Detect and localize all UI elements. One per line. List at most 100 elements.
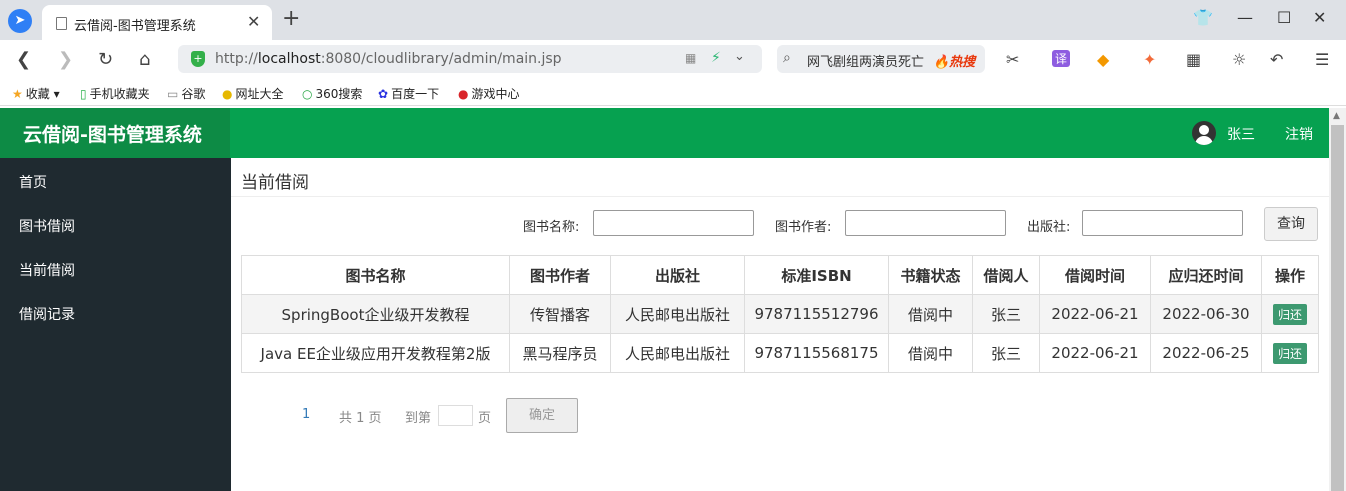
page-jump-input[interactable] xyxy=(438,405,473,426)
reload-icon[interactable]: ↻ xyxy=(98,49,113,70)
cell-press: 人民邮电出版社 xyxy=(610,294,745,334)
app-logo[interactable]: 云借阅-图书管理系统 xyxy=(23,120,202,147)
cell-isbn: 9787115568175 xyxy=(744,333,889,373)
sidebar-item-records[interactable]: 借阅记录 xyxy=(19,304,75,324)
logout-link[interactable]: 注销 xyxy=(1285,124,1313,144)
address-bar[interactable]: + http://localhost:8080/cloudlibrary/adm… xyxy=(178,45,762,73)
app-header: 云借阅-图书管理系统 张三 注销 xyxy=(0,108,1329,158)
cell-book-name: SpringBoot企业级开发教程 xyxy=(241,294,510,334)
scroll-up-icon[interactable]: ▲ xyxy=(1333,111,1340,121)
menu-icon[interactable]: ☰ xyxy=(1315,50,1329,69)
browser-logo-icon[interactable]: ➤ xyxy=(8,9,32,33)
skin-icon[interactable]: 👕 xyxy=(1193,8,1213,27)
minimize-icon[interactable]: — xyxy=(1237,8,1253,27)
book-name-label: 图书名称: xyxy=(523,220,580,235)
goto-label: 到第 xyxy=(405,411,432,426)
page-number-link[interactable]: 1 xyxy=(302,407,310,422)
url-text[interactable]: http://localhost:8080/cloudlibrary/admin… xyxy=(215,51,562,67)
cell-borrower: 张三 xyxy=(972,294,1040,334)
chevron-down-icon[interactable]: ⌄ xyxy=(734,49,745,64)
author-label: 图书作者: xyxy=(775,220,832,235)
avatar[interactable] xyxy=(1192,121,1216,145)
scissors-icon[interactable]: ✂ xyxy=(1006,50,1019,69)
col-header: 借阅人 xyxy=(972,255,1040,295)
press-input[interactable] xyxy=(1082,210,1243,236)
total-pages: 共 1 页 xyxy=(339,411,382,426)
scrollbar[interactable]: ▲ xyxy=(1329,108,1346,491)
bookmarks-bar: ★ 收藏 ▾ ▯ 手机收藏夹 ▭ 谷歌 ● 网址大全 ○ 360搜索 ✿ 百度一下 ● 游戏中… xyxy=(0,80,1346,106)
logo-box: 云借阅-图书管理系统 xyxy=(0,108,230,158)
cell-isbn: 9787115512796 xyxy=(744,294,889,334)
brightness-icon[interactable]: ☼ xyxy=(1232,50,1246,69)
bookmark-hao[interactable]: ● 网址大全 xyxy=(222,85,284,102)
query-button[interactable]: 查询 xyxy=(1264,207,1318,241)
table-row: SpringBoot企业级开发教程 传智播客 人民邮电出版社 978711551… xyxy=(241,294,1319,334)
tab-title: 云借阅-图书管理系统 xyxy=(74,19,196,34)
scroll-thumb[interactable] xyxy=(1331,125,1344,491)
return-button[interactable]: 归还 xyxy=(1272,342,1307,364)
phone-icon: ▯ xyxy=(80,87,87,101)
confirm-button[interactable]: 确定 xyxy=(506,398,578,433)
bookmark-360[interactable]: ○ 360搜索 xyxy=(302,85,362,102)
col-header: 图书作者 xyxy=(509,255,611,295)
bookmark-baidu[interactable]: ✿ 百度一下 xyxy=(378,85,439,102)
table-row: Java EE企业级应用开发教程第2版 黑马程序员 人民邮电出版社 978711… xyxy=(241,333,1319,373)
apps-grid-icon[interactable]: ▦ xyxy=(1186,50,1201,69)
cell-action: 归还 xyxy=(1261,333,1319,373)
cell-borrow-time: 2022-06-21 xyxy=(1039,333,1151,373)
browser-tab[interactable]: 云借阅-图书管理系统 ✕ xyxy=(42,5,272,40)
speed-mode-icon[interactable]: ⚡ xyxy=(711,50,721,66)
main-content: 当前借阅 图书名称: 图书作者: 出版社: 查询 图书名称 图书作者 出版社 标… xyxy=(231,158,1329,491)
page-title: 当前借阅 xyxy=(241,173,309,193)
sidebar-item-home[interactable]: 首页 xyxy=(19,172,47,192)
return-button[interactable]: 归还 xyxy=(1272,303,1307,325)
search-suggestion[interactable]: 网飞剧组两演员死亡 xyxy=(807,51,924,70)
cell-action: 归还 xyxy=(1261,294,1319,334)
cell-status: 借阅中 xyxy=(888,333,973,373)
search-icon: ⌕ xyxy=(783,50,791,66)
maximize-icon[interactable]: ☐ xyxy=(1277,8,1291,27)
cell-due-time: 2022-06-25 xyxy=(1150,333,1262,373)
star-icon: ★ xyxy=(12,87,23,101)
wallet-icon[interactable]: ◆ xyxy=(1097,50,1109,69)
game-center-icon: ● xyxy=(458,87,469,101)
press-label: 出版社: xyxy=(1027,220,1071,235)
username[interactable]: 张三 xyxy=(1227,124,1255,144)
col-header: 图书名称 xyxy=(241,255,510,295)
forward-icon[interactable]: ❯ xyxy=(58,49,73,70)
baidu-paw-icon: ✿ xyxy=(378,87,389,101)
secure-shield-icon: + xyxy=(191,51,205,67)
bookmark-favorites[interactable]: ★ 收藏 ▾ xyxy=(12,85,60,102)
sidebar-item-borrow[interactable]: 图书借阅 xyxy=(19,216,75,236)
close-window-icon[interactable]: ✕ xyxy=(1313,8,1326,27)
undo-icon[interactable]: ↶ xyxy=(1270,50,1283,69)
search-box[interactable]: ⌕ 网飞剧组两演员死亡 🔥热搜 xyxy=(777,45,985,73)
col-header: 出版社 xyxy=(610,255,745,295)
cell-book-name: Java EE企业级应用开发教程第2版 xyxy=(241,333,510,373)
col-header: 借阅时间 xyxy=(1039,255,1151,295)
hot-search-badge[interactable]: 🔥热搜 xyxy=(933,51,975,70)
table-header-row: 图书名称 图书作者 出版社 标准ISBN 书籍状态 借阅人 借阅时间 应归还时间… xyxy=(241,255,1319,295)
sidebar: 首页 图书借阅 当前借阅 借阅记录 xyxy=(0,158,231,491)
bookmark-mobile[interactable]: ▯ 手机收藏夹 xyxy=(80,85,150,102)
qr-code-icon[interactable]: ▦ xyxy=(685,51,696,65)
bookmark-games[interactable]: ● 游戏中心 xyxy=(458,85,520,102)
new-tab-icon[interactable]: + xyxy=(282,6,300,31)
author-input[interactable] xyxy=(845,210,1006,236)
cell-author: 黑马程序员 xyxy=(509,333,611,373)
back-icon[interactable]: ❮ xyxy=(16,49,31,70)
close-tab-icon[interactable]: ✕ xyxy=(247,12,260,31)
divider xyxy=(231,196,1329,197)
book-name-input[interactable] xyxy=(593,210,754,236)
bookmark-google[interactable]: ▭ 谷歌 xyxy=(167,85,205,102)
cell-borrower: 张三 xyxy=(972,333,1040,373)
page-label: 页 xyxy=(478,411,492,426)
game-icon[interactable]: ✦ xyxy=(1143,50,1156,69)
cell-status: 借阅中 xyxy=(888,294,973,334)
col-header: 应归还时间 xyxy=(1150,255,1262,295)
cell-borrow-time: 2022-06-21 xyxy=(1039,294,1151,334)
translate-icon[interactable]: 译 xyxy=(1052,50,1071,67)
col-header: 操作 xyxy=(1261,255,1319,295)
home-icon[interactable]: ⌂ xyxy=(139,49,150,70)
sidebar-item-current[interactable]: 当前借阅 xyxy=(19,260,75,280)
